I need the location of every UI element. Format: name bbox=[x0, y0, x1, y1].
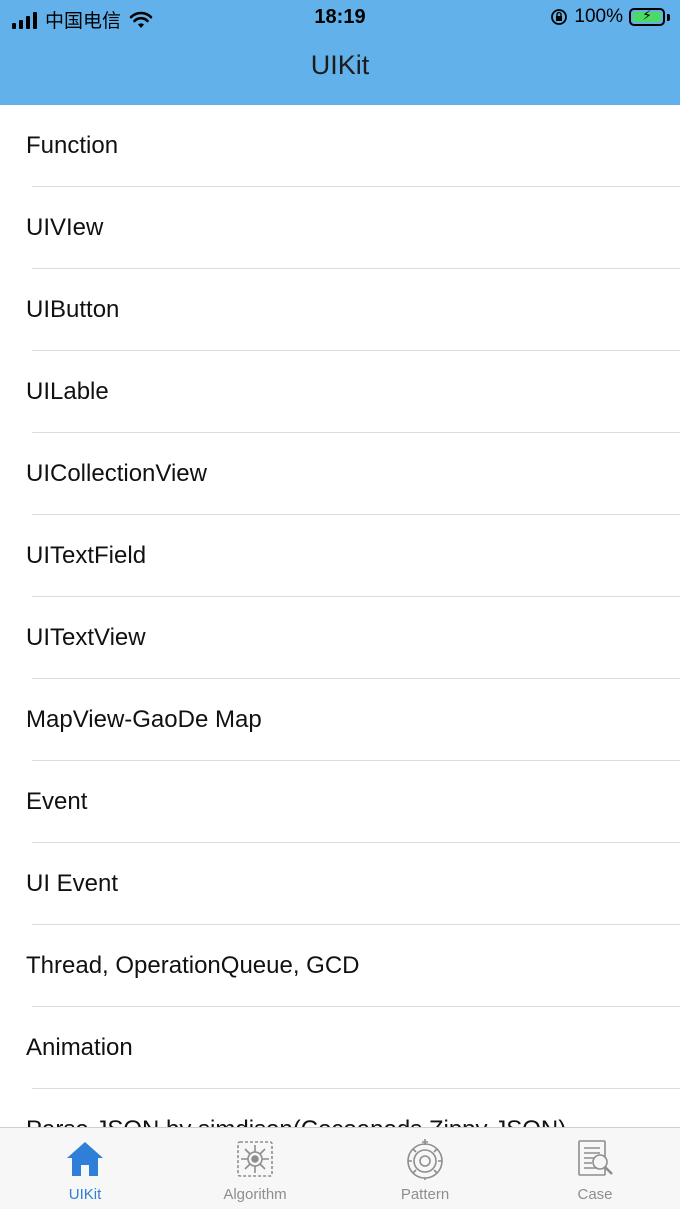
rotation-lock-icon bbox=[551, 9, 568, 25]
list-item-label: Thread, OperationQueue, GCD bbox=[26, 952, 360, 979]
list-item-label: MapView-GaoDe Map bbox=[26, 706, 262, 733]
navigation-bar: 中国电信 18:19 100% ⚡ UIKit bbox=[0, 0, 680, 106]
list-item-uiview[interactable]: UIVIew bbox=[0, 187, 680, 269]
list-item-uitextfield[interactable]: UITextField bbox=[0, 515, 680, 597]
tab-bar: UIKit Algorithm Pattern Case bbox=[0, 1127, 680, 1209]
list-item-label: UILable bbox=[26, 378, 109, 405]
home-icon bbox=[62, 1136, 108, 1182]
list-item-label: UI Event bbox=[26, 870, 119, 897]
page-title: UIKit bbox=[310, 50, 370, 80]
menu-list[interactable]: Function UIVIew UIButton UILable UIColle… bbox=[0, 105, 680, 1127]
list-item-ui-event[interactable]: UI Event bbox=[0, 843, 680, 925]
tab-algorithm[interactable]: Algorithm bbox=[170, 1128, 340, 1209]
tab-label: Pattern bbox=[400, 1186, 450, 1203]
case-icon bbox=[572, 1136, 618, 1182]
list-item-label: UICollectionView bbox=[26, 460, 207, 487]
list-item-uibutton[interactable]: UIButton bbox=[0, 269, 680, 351]
algorithm-icon bbox=[232, 1136, 278, 1182]
tab-label: Case bbox=[577, 1186, 613, 1203]
list-item-label: Event bbox=[26, 788, 88, 815]
list-item-label: Animation bbox=[26, 1034, 133, 1061]
list-item-uilable[interactable]: UILable bbox=[0, 351, 680, 433]
list-item-thread[interactable]: Thread, OperationQueue, GCD bbox=[0, 925, 680, 1007]
list-item-uicollectionview[interactable]: UICollectionView bbox=[0, 433, 680, 515]
tab-case[interactable]: Case bbox=[510, 1128, 680, 1209]
list-item-label: UIButton bbox=[26, 296, 120, 323]
list-item-function[interactable]: Function bbox=[0, 105, 680, 187]
list-item-label: Parse JSON by simdjson(Cocoapods Zippy J… bbox=[26, 1116, 566, 1127]
list-item-label: Function bbox=[26, 132, 119, 159]
tab-uikit[interactable]: UIKit bbox=[0, 1128, 170, 1209]
battery-percent: 100% bbox=[574, 6, 623, 27]
tab-label: Algorithm bbox=[223, 1186, 287, 1203]
list-item-mapview[interactable]: MapView-GaoDe Map bbox=[0, 679, 680, 761]
list-item-parse-json[interactable]: Parse JSON by simdjson(Cocoapods Zippy J… bbox=[0, 1089, 680, 1127]
list-item-label: UITextView bbox=[26, 624, 146, 651]
list-item-animation[interactable]: Animation bbox=[0, 1007, 680, 1089]
list-item-label: UIVIew bbox=[26, 214, 104, 241]
list-item-label: UITextField bbox=[26, 542, 147, 569]
tab-label: UIKit bbox=[68, 1186, 102, 1203]
list-item-uitextview[interactable]: UITextView bbox=[0, 597, 680, 679]
tab-pattern[interactable]: Pattern bbox=[340, 1128, 510, 1209]
status-bar: 中国电信 18:19 100% ⚡ bbox=[0, 0, 680, 36]
battery-icon: ⚡ bbox=[629, 7, 665, 26]
list-item-event[interactable]: Event bbox=[0, 761, 680, 843]
pattern-icon bbox=[402, 1136, 448, 1182]
